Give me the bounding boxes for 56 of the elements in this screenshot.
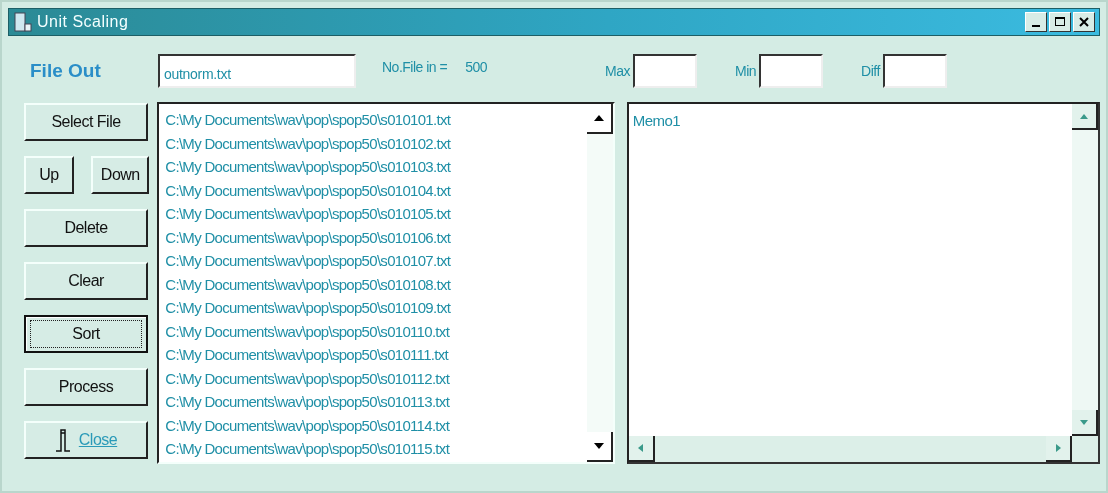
close-icon xyxy=(1078,16,1090,28)
list-item[interactable]: C:\My Documents\wav\pop\spop50\s010106.txt xyxy=(165,225,581,249)
file-count-label: No.File in = xyxy=(382,59,448,75)
scroll-down-button[interactable] xyxy=(1072,410,1098,436)
scroll-right-button[interactable] xyxy=(1046,436,1072,462)
field-label: Max xyxy=(605,63,630,79)
up-arrow-icon xyxy=(593,115,604,121)
list-item[interactable]: C:\My Documents\wav\pop\spop50\s010114.txt xyxy=(165,413,581,437)
list-item[interactable]: C:\My Documents\wav\pop\spop50\s010110.txt xyxy=(165,319,581,343)
list-item[interactable]: C:\My Documents\wav\pop\spop50\s010113.txt xyxy=(165,390,581,414)
button[interactable]: Sort xyxy=(24,315,148,353)
file-out-field[interactable]: outnorm.txt xyxy=(158,54,356,88)
down-arrow-icon xyxy=(593,443,604,449)
list-item[interactable]: C:\My Documents\wav\pop\spop50\s010112.txt xyxy=(165,366,581,390)
field-label: Min xyxy=(735,63,757,79)
right-arrow-icon xyxy=(1055,444,1061,452)
close-button[interactable]: Close xyxy=(24,421,148,459)
input-field[interactable] xyxy=(882,54,947,88)
button[interactable]: Delete xyxy=(24,209,148,247)
input-field[interactable] xyxy=(759,54,824,88)
left-arrow-icon xyxy=(638,444,644,452)
minimize-button[interactable] xyxy=(1025,12,1047,32)
exit-icon xyxy=(54,428,71,452)
list-item[interactable]: C:\My Documents\wav\pop\spop50\s010108.txt xyxy=(165,272,581,296)
file-out-label: File Out xyxy=(30,60,102,82)
scroll-left-button[interactable] xyxy=(628,436,655,462)
down-arrow-icon xyxy=(1080,419,1088,425)
button[interactable]: Clear xyxy=(24,262,148,300)
maximize-button[interactable] xyxy=(1049,12,1071,32)
memo-box[interactable]: Memo1 xyxy=(626,102,1100,464)
button[interactable]: Up xyxy=(24,156,74,194)
button[interactable]: Process xyxy=(24,368,148,406)
list-item[interactable]: C:\My Documents\wav\pop\spop50\s010107.txt xyxy=(165,249,581,273)
field-label: Diff xyxy=(861,63,880,79)
file-count-value: 500 xyxy=(465,59,488,75)
scroll-up-button[interactable] xyxy=(586,104,613,134)
button[interactable]: Select File xyxy=(24,103,148,141)
list-item[interactable]: C:\My Documents\wav\pop\spop50\s010104.txt xyxy=(165,178,581,202)
window-title: Unit Scaling xyxy=(37,13,129,31)
list-item[interactable]: C:\My Documents\wav\pop\spop50\s010109.txt xyxy=(165,296,581,320)
scroll-up-button[interactable] xyxy=(1072,104,1098,130)
list-item[interactable]: C:\My Documents\wav\pop\spop50\s010101.txt xyxy=(165,108,581,132)
app-icon xyxy=(13,12,33,32)
up-arrow-icon xyxy=(1080,113,1088,119)
button[interactable]: Down xyxy=(91,156,150,194)
list-item[interactable]: C:\My Documents\wav\pop\spop50\s010103.txt xyxy=(165,155,581,179)
maximize-icon xyxy=(1054,16,1066,28)
list-item[interactable]: C:\My Documents\wav\pop\spop50\s010102.txt xyxy=(165,131,581,155)
minimize-icon xyxy=(1032,25,1040,27)
memo-text: Memo1 xyxy=(631,111,682,131)
list-item[interactable]: C:\My Documents\wav\pop\spop50\s010105.txt xyxy=(165,202,581,226)
list-item[interactable]: C:\My Documents\wav\pop\spop50\s010115.txt xyxy=(165,437,581,461)
close-button[interactable] xyxy=(1073,12,1095,32)
input-field[interactable] xyxy=(633,54,697,88)
scroll-down-button[interactable] xyxy=(586,432,613,462)
list-item[interactable]: C:\My Documents\wav\pop\spop50\s010111.txt xyxy=(165,343,581,367)
